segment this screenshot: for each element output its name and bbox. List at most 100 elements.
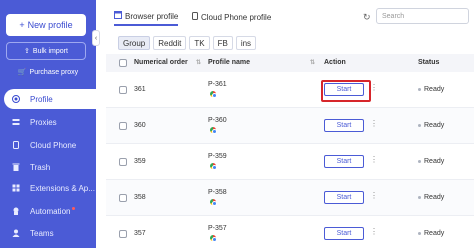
collapse-sidebar-button[interactable]: ‹ bbox=[92, 30, 100, 46]
start-button[interactable]: Start bbox=[324, 191, 364, 204]
automation-icon bbox=[12, 207, 20, 215]
header-profile-name: Profile name bbox=[208, 59, 251, 66]
new-profile-label: New profile bbox=[27, 20, 73, 30]
status-badge: Ready bbox=[418, 194, 444, 201]
proxies-icon bbox=[12, 118, 20, 126]
group-filter-chips: Group Reddit TK FB ins bbox=[118, 36, 257, 52]
chrome-icon bbox=[210, 235, 217, 242]
chip-group[interactable]: Group bbox=[118, 36, 151, 50]
more-icon[interactable]: ⋮ bbox=[370, 227, 378, 236]
row-profile-name[interactable]: P-361 bbox=[208, 81, 227, 88]
row-profile-name[interactable]: P-358 bbox=[208, 189, 227, 196]
row-profile-name[interactable]: P-359 bbox=[208, 153, 227, 160]
row-order: 359 bbox=[134, 158, 146, 165]
header-order[interactable]: Numerical order bbox=[134, 59, 188, 66]
trash-icon bbox=[12, 163, 20, 171]
sidebar-item-label: Profile bbox=[30, 94, 53, 104]
chip-fb[interactable]: FB bbox=[212, 36, 233, 50]
chip-reddit[interactable]: Reddit bbox=[153, 36, 187, 50]
status-badge: Ready bbox=[418, 122, 444, 129]
sidebar-item-label: Cloud Phone bbox=[30, 140, 77, 150]
notification-dot bbox=[72, 206, 76, 210]
select-all-checkbox[interactable] bbox=[119, 59, 127, 67]
chip-ins[interactable]: ins bbox=[235, 36, 257, 50]
status-text: Ready bbox=[424, 230, 445, 237]
chrome-icon bbox=[210, 91, 217, 98]
row-order: 360 bbox=[134, 122, 146, 129]
search-input[interactable]: Search bbox=[376, 8, 469, 24]
purchase-proxy-label: Purchase proxy bbox=[29, 68, 79, 76]
more-icon[interactable]: ⋮ bbox=[370, 119, 378, 128]
start-button[interactable]: Start bbox=[324, 155, 364, 168]
row-checkbox[interactable] bbox=[119, 230, 127, 238]
row-os-icons bbox=[208, 163, 217, 170]
status-dot bbox=[418, 124, 421, 127]
sidebar-item-automation[interactable]: Automation bbox=[4, 201, 96, 221]
status-text: Ready bbox=[424, 86, 445, 93]
header-status: Status bbox=[418, 59, 440, 66]
status-dot bbox=[418, 232, 421, 235]
table-row: 357 P-357 Start ⋮ Ready bbox=[106, 216, 474, 248]
row-checkbox[interactable] bbox=[119, 122, 127, 130]
row-os-icons bbox=[208, 235, 217, 242]
start-button[interactable]: Start bbox=[324, 227, 364, 240]
sort-icon[interactable]: ⇅ bbox=[310, 59, 315, 66]
extensions-icon bbox=[12, 184, 20, 192]
sidebar-item-teams[interactable]: Teams bbox=[4, 223, 96, 243]
row-os-icons bbox=[208, 127, 217, 134]
status-dot bbox=[418, 196, 421, 199]
teams-icon bbox=[12, 229, 20, 237]
more-icon[interactable]: ⋮ bbox=[370, 155, 378, 164]
chrome-icon bbox=[210, 199, 217, 206]
table-row: 359 P-359 Start ⋮ Ready bbox=[106, 144, 474, 180]
browser-icon bbox=[114, 11, 122, 21]
refresh-icon[interactable]: ↻ bbox=[363, 12, 371, 23]
search-placeholder: Search bbox=[382, 12, 405, 20]
sidebar-item-proxies[interactable]: Proxies bbox=[4, 112, 96, 132]
table-row: 361 P-361 Start ⋮ Ready bbox=[106, 72, 474, 108]
chrome-icon bbox=[210, 163, 217, 170]
bulk-import-label: Bulk import bbox=[32, 47, 68, 55]
row-order: 357 bbox=[134, 230, 146, 237]
import-icon: ⇪ bbox=[24, 48, 30, 55]
start-button[interactable]: Start bbox=[324, 119, 364, 132]
sidebar-item-trash[interactable]: Trash bbox=[4, 157, 96, 177]
row-profile-name[interactable]: P-360 bbox=[208, 117, 227, 124]
top-bar: Browser profile Cloud Phone profile ↻ Se… bbox=[100, 0, 474, 32]
status-text: Ready bbox=[424, 194, 445, 201]
row-checkbox[interactable] bbox=[119, 194, 127, 202]
sidebar-item-label: Extensions & Ap... bbox=[30, 183, 95, 193]
sidebar-item-label: Automation bbox=[30, 206, 71, 216]
sidebar-item-extensions[interactable]: Extensions & Ap... bbox=[4, 178, 96, 198]
more-icon[interactable]: ⋮ bbox=[370, 191, 378, 200]
chevron-left-icon: ‹ bbox=[94, 34, 98, 42]
bulk-import-button[interactable]: ⇪ Bulk import bbox=[6, 42, 86, 60]
sidebar-item-label: Proxies bbox=[30, 117, 57, 127]
chrome-icon bbox=[210, 127, 217, 134]
row-checkbox[interactable] bbox=[119, 158, 127, 166]
row-profile-name[interactable]: P-357 bbox=[208, 225, 227, 232]
status-dot bbox=[418, 160, 421, 163]
status-badge: Ready bbox=[418, 230, 444, 237]
cloud-phone-icon bbox=[12, 141, 20, 149]
plus-icon: + bbox=[19, 20, 25, 30]
highlight-box bbox=[321, 80, 371, 102]
header-action: Action bbox=[324, 59, 346, 66]
status-text: Ready bbox=[424, 158, 445, 165]
sort-icon[interactable]: ⇅ bbox=[196, 59, 201, 66]
purchase-proxy-link[interactable]: 🛒 Purchase proxy bbox=[0, 68, 96, 77]
tab-browser-profile[interactable]: Browser profile bbox=[114, 8, 179, 26]
new-profile-button[interactable]: + New profile bbox=[6, 14, 86, 36]
chip-tk[interactable]: TK bbox=[189, 36, 210, 50]
phone-icon bbox=[192, 12, 198, 22]
sidebar-item-cloud-phone[interactable]: Cloud Phone bbox=[4, 135, 96, 155]
row-os-icons bbox=[208, 199, 217, 206]
more-icon[interactable]: ⋮ bbox=[370, 83, 378, 92]
status-badge: Ready bbox=[418, 86, 444, 93]
sidebar: + New profile ⇪ Bulk import 🛒 Purchase p… bbox=[0, 0, 96, 248]
table-row: 358 P-358 Start ⋮ Ready bbox=[106, 180, 474, 216]
tab-cloud-phone-profile[interactable]: Cloud Phone profile bbox=[192, 8, 271, 26]
row-order: 361 bbox=[134, 86, 146, 93]
row-checkbox[interactable] bbox=[119, 86, 127, 94]
sidebar-item-profile[interactable]: Profile bbox=[4, 89, 96, 109]
